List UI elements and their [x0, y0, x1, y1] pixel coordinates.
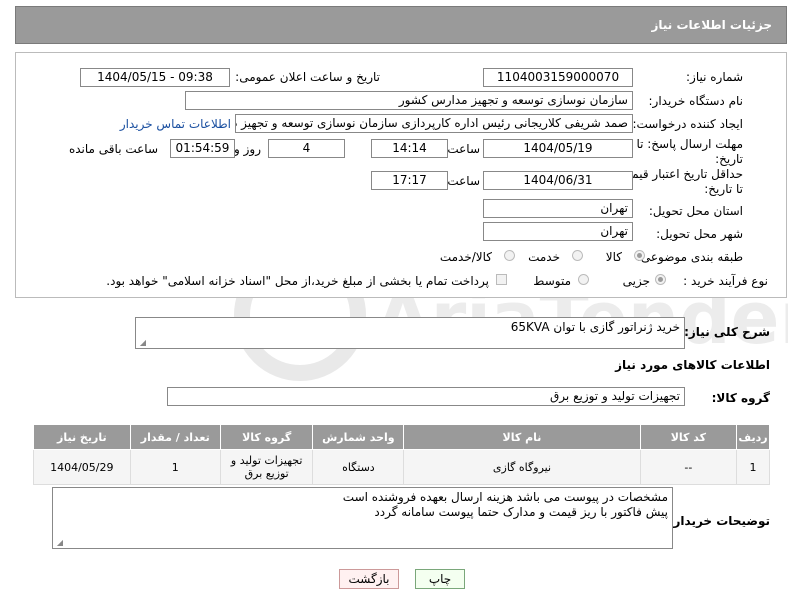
process-minor-label: جزیی — [622, 274, 650, 288]
print-button[interactable]: چاپ — [415, 569, 465, 589]
resize-handle-icon[interactable]: ◢ — [55, 539, 63, 547]
goods-group-field[interactable]: تجهیزات تولید و توزیع برق — [167, 387, 685, 406]
city-field[interactable]: تهران — [483, 222, 633, 241]
announce-field[interactable]: 1404/05/15 - 09:38 — [80, 68, 230, 87]
deadline-label-date: تاریخ: — [715, 152, 743, 166]
col-row-header: ردیف — [736, 424, 770, 450]
validity-time-label: ساعت — [447, 174, 480, 188]
process-medium-label: متوسط — [533, 274, 571, 288]
category-both-radio[interactable] — [504, 250, 515, 261]
cell-group: تجهیزات تولید و توزیع برق — [219, 449, 314, 485]
category-service-label: خدمت — [528, 250, 560, 264]
creator-label: ایجاد کننده درخواست: — [632, 117, 743, 131]
province-label: استان محل تحویل: — [648, 204, 743, 218]
validity-date-field[interactable]: 1404/06/31 — [483, 171, 633, 190]
remaining-label: ساعت باقی مانده — [68, 142, 158, 156]
col-qty-header: تعداد / مقدار — [129, 424, 221, 450]
days-label: روز و — [234, 142, 261, 156]
cell-date: 1404/05/29 — [33, 449, 131, 485]
back-button[interactable]: بازگشت — [339, 569, 399, 589]
goods-group-label: گروه کالا: — [711, 391, 770, 405]
process-label: نوع فرآیند خرید : — [683, 274, 768, 288]
cell-code: -- — [639, 449, 738, 485]
col-unit-header: واحد شمارش — [312, 424, 405, 450]
city-label: شهر محل تحویل: — [656, 227, 743, 241]
buyer-notes-label: توضیحات خریدار: — [668, 514, 770, 528]
items-table: ردیف کد کالا نام کالا واحد شمارش گروه کا… — [33, 424, 770, 485]
deadline-time-label: ساعت — [447, 142, 480, 156]
page-title: جزئیات اطلاعات نیاز — [651, 18, 772, 32]
description-text: خرید ژنراتور گازی با توان 65KVA — [510, 320, 680, 334]
cell-name: نیروگاه گازی — [403, 449, 641, 485]
table-row[interactable]: 1 -- نیروگاه گازی دستگاه تجهیزات تولید و… — [33, 449, 770, 485]
process-medium-radio[interactable] — [578, 274, 589, 285]
process-minor-radio[interactable] — [655, 274, 666, 285]
cell-row: 1 — [736, 449, 770, 485]
description-label: شرح کلی نیاز: — [684, 325, 770, 339]
col-name-header: نام کالا — [403, 424, 641, 450]
treasury-payment-note: پرداخت تمام یا بخشی از مبلغ خرید،از محل … — [106, 274, 489, 288]
buyer-notes-line-1: مشخصات در پیوست می باشد هزینه ارسال بعهد… — [342, 490, 668, 504]
table-header-row: ردیف کد کالا نام کالا واحد شمارش گروه کا… — [33, 424, 770, 450]
category-goods-label: کالا — [605, 250, 622, 264]
goods-section-title: اطلاعات کالاهای مورد نیاز — [615, 358, 770, 372]
creator-field[interactable]: صمد شریفی کلاریجانی رئیس اداره کارپردازی… — [235, 114, 633, 133]
col-group-header: گروه کالا — [219, 424, 314, 450]
need-number-label: شماره نیاز: — [686, 70, 743, 84]
buyer-notes-field[interactable]: مشخصات در پیوست می باشد هزینه ارسال بعهد… — [52, 487, 673, 549]
deadline-date-field[interactable]: 1404/05/19 — [483, 139, 633, 158]
category-service-radio[interactable] — [572, 250, 583, 261]
remaining-time-field[interactable]: 01:54:59 — [170, 139, 235, 158]
announce-label: تاریخ و ساعت اعلان عمومی: — [235, 70, 380, 84]
days-field[interactable]: 4 — [268, 139, 345, 158]
page-header: جزئیات اطلاعات نیاز — [15, 6, 787, 44]
contact-buyer-link[interactable]: اطلاعات تماس خریدار — [120, 117, 231, 131]
buyer-org-field[interactable]: سازمان نوسازی توسعه و تجهیز مدارس کشور — [185, 91, 633, 110]
resize-handle-icon[interactable]: ◢ — [138, 339, 146, 347]
category-both-label: کالا/خدمت — [439, 250, 492, 264]
need-number-field[interactable]: 1104003159000070 — [483, 68, 633, 87]
deadline-time-field[interactable]: 14:14 — [371, 139, 448, 158]
validity-label-date: تا تاریخ: — [704, 182, 743, 196]
treasury-payment-checkbox[interactable] — [496, 274, 507, 285]
deadline-label: مهلت ارسال پاسخ: تا — [636, 137, 743, 151]
category-label: طبقه بندی موضوعی: — [636, 250, 743, 264]
cell-unit: دستگاه — [312, 449, 405, 485]
buyer-org-label: نام دستگاه خریدار: — [648, 94, 744, 108]
validity-label: حداقل تاریخ اعتبار قیمت: — [616, 167, 743, 181]
col-code-header: کد کالا — [639, 424, 738, 450]
category-goods-radio[interactable] — [634, 250, 645, 261]
buyer-notes-line-2: پیش فاکتور با ریز قیمت و مدارک حتما پیوس… — [374, 505, 668, 519]
province-field[interactable]: تهران — [483, 199, 633, 218]
cell-qty: 1 — [129, 449, 221, 485]
description-field[interactable]: خرید ژنراتور گازی با توان 65KVA ◢ — [135, 317, 685, 349]
validity-time-field[interactable]: 17:17 — [371, 171, 448, 190]
col-date-header: تاریخ نیاز — [33, 424, 131, 450]
